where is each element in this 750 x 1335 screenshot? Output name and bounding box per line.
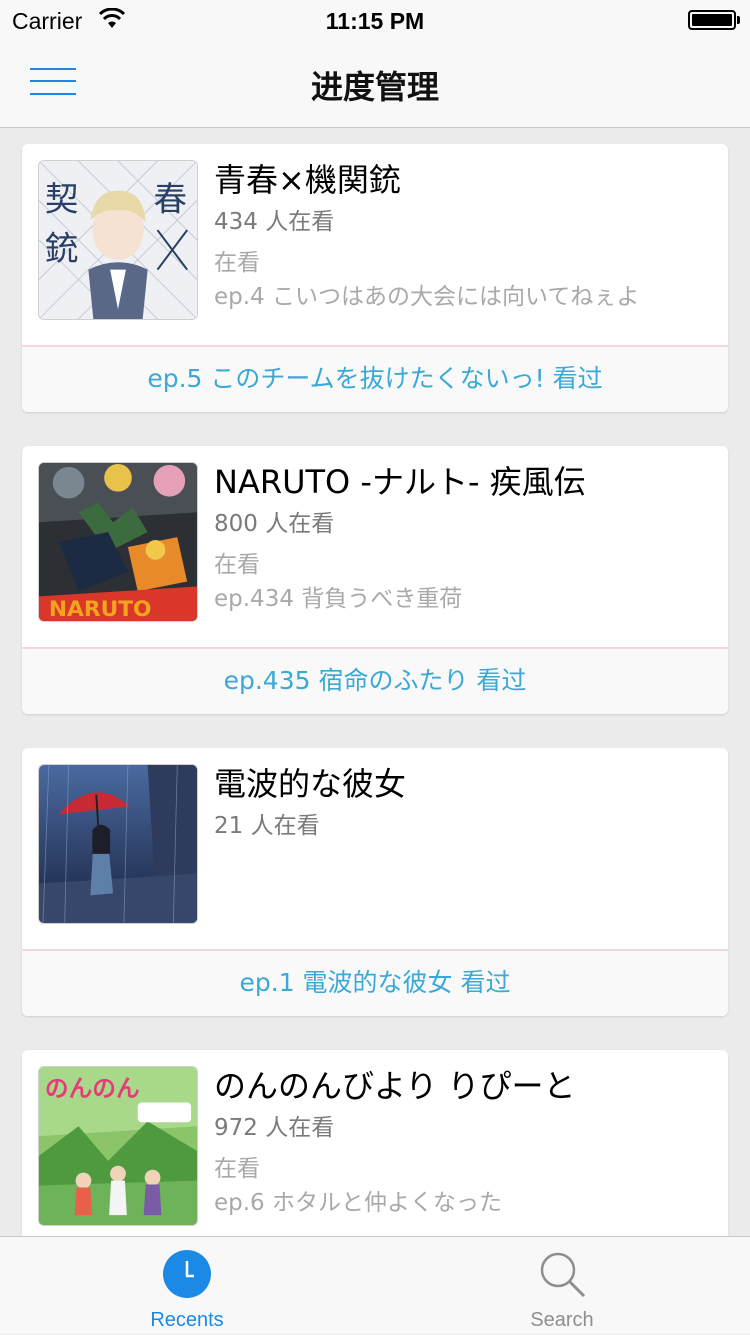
watcher-count: 21 人在看: [214, 813, 320, 839]
list-item[interactable]: NARUTO NARUTO -ナルト- 疾風伝 800 人在看 在看 ep.43…: [22, 446, 728, 714]
last-episode: ep.4 こいつはあの大会には向いてねぇよ: [214, 284, 640, 310]
watcher-count: 972 人在看: [214, 1115, 335, 1141]
cover-image: [38, 764, 198, 924]
mark-watched-button[interactable]: ep.5 このチームを抜けたくないっ! 看过: [22, 347, 728, 412]
tab-recents-label: Recents: [150, 1309, 224, 1331]
list-item[interactable]: 契 銃 春 青春×機関銃 434 人在看 在看 ep.4 こいつはあの大会には向…: [22, 144, 728, 412]
battery-icon: [688, 10, 740, 30]
cover-image: NARUTO: [38, 462, 198, 622]
svg-text:春: 春: [154, 179, 188, 218]
watch-status: 在看: [214, 250, 260, 276]
item-info: のんのんびより りぴーと 972 人在看 在看 ep.6 ホタルと仲よくなった: [214, 1064, 712, 1220]
tab-search-label: Search: [530, 1309, 594, 1331]
watcher-count: 434 人在看: [214, 209, 335, 235]
cover-image: 契 銃 春: [38, 160, 198, 320]
clock: 11:15 PM: [325, 8, 425, 34]
svg-text:のんのん: のんのん: [45, 1075, 140, 1103]
svg-text:銃: 銃: [45, 229, 79, 268]
cover-image: のんのん: [38, 1066, 198, 1226]
mark-watched-button[interactable]: ep.435 宿命のふたり 看过: [22, 649, 728, 714]
page-title: 进度管理: [310, 68, 439, 106]
item-title: のんのんびより りぴーと: [214, 1067, 576, 1105]
item-info: 電波的な彼女 21 人在看: [214, 762, 712, 846]
svg-text:NARUTO: NARUTO: [49, 597, 152, 621]
list-item[interactable]: 電波的な彼女 21 人在看 ep.1 電波的な彼女 看过: [22, 748, 728, 1016]
search-icon: [540, 1252, 586, 1298]
status-bar: Carrier 11:15 PM: [0, 0, 750, 40]
watch-status: 在看: [214, 552, 260, 578]
clock-icon: [163, 1250, 211, 1298]
svg-text:契: 契: [45, 179, 79, 218]
tab-bar: Recents Search: [0, 1236, 750, 1334]
watch-status: 在看: [214, 1156, 260, 1182]
tab-search[interactable]: Search: [462, 1237, 662, 1335]
item-title: NARUTO -ナルト- 疾風伝: [214, 463, 586, 501]
item-title: 青春×機関銃: [214, 161, 401, 199]
last-episode: ep.6 ホタルと仲よくなった: [214, 1190, 503, 1216]
last-episode: ep.434 背負うべき重荷: [214, 586, 463, 612]
tab-recents[interactable]: Recents: [87, 1237, 287, 1335]
mark-watched-button[interactable]: ep.1 電波的な彼女 看过: [22, 951, 728, 1016]
item-info: 青春×機関銃 434 人在看 在看 ep.4 こいつはあの大会には向いてねぇよ: [214, 158, 712, 314]
item-info: NARUTO -ナルト- 疾風伝 800 人在看 在看 ep.434 背負うべき…: [214, 460, 712, 616]
navigation-bar: 进度管理: [0, 40, 750, 128]
watcher-count: 800 人在看: [214, 511, 335, 537]
item-title: 電波的な彼女: [214, 765, 407, 803]
